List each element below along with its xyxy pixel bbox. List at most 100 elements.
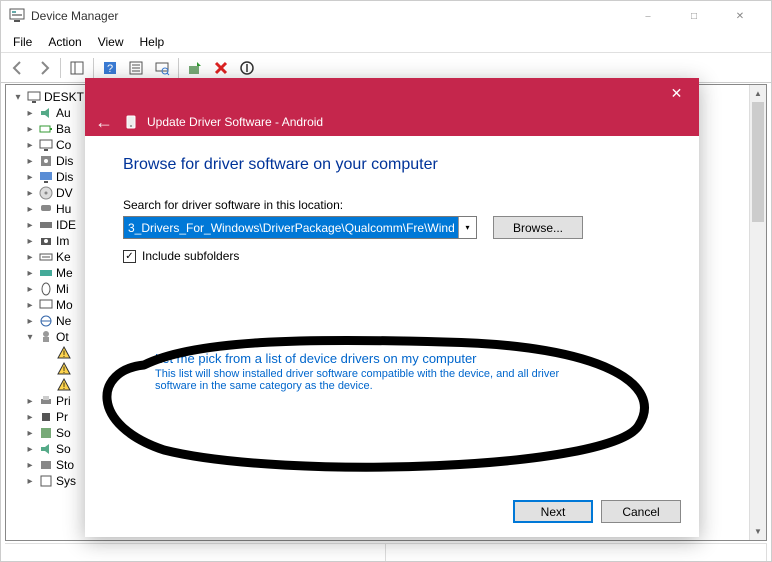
maximize-button[interactable]: □ [671, 1, 717, 31]
menubar: File Action View Help [1, 31, 771, 53]
expand-icon[interactable]: ▸ [24, 156, 36, 167]
device-icon [123, 114, 139, 130]
tree-node-label: Dis [56, 154, 73, 168]
tree-node-label: Ot [56, 330, 69, 344]
path-input[interactable] [124, 217, 458, 238]
battery-icon [38, 121, 54, 137]
expand-icon[interactable]: ▸ [24, 268, 36, 279]
close-button[interactable]: ✕ [717, 1, 763, 31]
properties-icon[interactable] [124, 56, 148, 80]
tree-node-label: Dis [56, 170, 73, 184]
include-subfolders-checkbox[interactable]: ✓ Include subfolders [123, 249, 661, 263]
ide-icon [38, 217, 54, 233]
menu-action[interactable]: Action [40, 33, 89, 51]
audio-icon [38, 105, 54, 121]
scroll-down-icon[interactable]: ▼ [750, 523, 766, 540]
help-icon[interactable]: ? [98, 56, 122, 80]
expand-icon[interactable]: ▸ [24, 220, 36, 231]
expand-icon[interactable]: ▸ [24, 316, 36, 327]
search-label: Search for driver software in this locat… [123, 198, 661, 212]
separator [178, 58, 179, 78]
forward-icon[interactable] [32, 56, 56, 80]
path-combobox[interactable]: ▾ [123, 216, 477, 239]
expand-icon[interactable]: ▸ [24, 476, 36, 487]
tree-node-label: Sys [56, 474, 76, 488]
scroll-up-icon[interactable]: ▲ [750, 85, 766, 102]
svg-text:!: ! [63, 365, 66, 375]
tree-node-label: Mi [56, 282, 69, 296]
other-devices-icon [38, 329, 54, 345]
update-driver-icon[interactable] [183, 56, 207, 80]
tree-node-label: Au [56, 106, 71, 120]
expand-icon[interactable]: ▸ [24, 252, 36, 263]
display-icon [38, 169, 54, 185]
collapse-icon[interactable]: ▾ [24, 332, 36, 343]
pick-link-desc: This list will show installed driver sof… [155, 368, 600, 392]
app-icon [9, 8, 25, 24]
tree-node-label: Sto [56, 458, 74, 472]
dialog-back-icon[interactable]: ← [95, 112, 113, 133]
browse-button[interactable]: Browse... [493, 216, 583, 239]
dialog-heading: Browse for driver software on your compu… [123, 156, 661, 174]
network-icon [38, 313, 54, 329]
svg-text:!: ! [63, 349, 66, 359]
uninstall-icon[interactable] [209, 56, 233, 80]
window-title: Device Manager [31, 9, 625, 23]
menu-help[interactable]: Help [132, 33, 173, 51]
tree-node-label: Pr [56, 410, 68, 424]
expand-icon[interactable]: ▸ [24, 428, 36, 439]
separator [93, 58, 94, 78]
expand-icon[interactable]: ▸ [24, 108, 36, 119]
cancel-button[interactable]: Cancel [601, 500, 681, 523]
vertical-scrollbar[interactable]: ▲ ▼ [749, 85, 766, 540]
svg-text:?: ? [107, 63, 113, 75]
scan-icon[interactable] [150, 56, 174, 80]
tree-node-label: IDE [56, 218, 76, 232]
next-button[interactable]: Next [513, 500, 593, 523]
show-hide-icon[interactable] [65, 56, 89, 80]
expand-icon[interactable]: ▸ [24, 412, 36, 423]
software-icon [38, 425, 54, 441]
dialog-close-button[interactable]: ✕ [654, 78, 699, 108]
dvd-icon [38, 185, 54, 201]
expand-icon[interactable]: ▸ [24, 188, 36, 199]
monitor-icon [38, 297, 54, 313]
tree-node-label: Ba [56, 122, 71, 136]
collapse-icon[interactable]: ▾ [12, 92, 24, 103]
tree-node-label: Im [56, 234, 69, 248]
statusbar [5, 543, 767, 561]
pick-from-list-link[interactable]: → Let me pick from a list of device driv… [123, 351, 661, 392]
dialog-nav: ← Update Driver Software - Android [85, 108, 699, 136]
tree-node-label: Me [56, 266, 73, 280]
warning-icon: ! [56, 345, 72, 361]
tree-node-label: Hu [56, 202, 71, 216]
expand-icon[interactable]: ▸ [24, 284, 36, 295]
svg-text:!: ! [63, 381, 66, 391]
tree-node-label: So [56, 426, 71, 440]
dropdown-icon[interactable]: ▾ [458, 217, 476, 238]
computer-icon [26, 89, 42, 105]
expand-icon[interactable]: ▸ [24, 300, 36, 311]
tree-node-label: Mo [56, 298, 73, 312]
expand-icon[interactable]: ▸ [24, 444, 36, 455]
tree-node-label: Ke [56, 250, 71, 264]
arrow-right-icon: → [123, 349, 145, 375]
minimize-button[interactable]: – [625, 1, 671, 31]
expand-icon[interactable]: ▸ [24, 396, 36, 407]
disable-icon[interactable] [235, 56, 259, 80]
expand-icon[interactable]: ▸ [24, 140, 36, 151]
expand-icon[interactable]: ▸ [24, 204, 36, 215]
expand-icon[interactable]: ▸ [24, 460, 36, 471]
expand-icon[interactable]: ▸ [24, 124, 36, 135]
checkbox-label: Include subfolders [142, 249, 239, 263]
menu-view[interactable]: View [90, 33, 132, 51]
expand-icon[interactable]: ▸ [24, 236, 36, 247]
expand-icon[interactable]: ▸ [24, 172, 36, 183]
tree-node-label: DV [56, 186, 73, 200]
mouse-icon [38, 281, 54, 297]
pick-link-title: Let me pick from a list of device driver… [155, 351, 600, 366]
back-icon[interactable] [6, 56, 30, 80]
update-driver-dialog: ✕ ← Update Driver Software - Android Bro… [85, 78, 699, 537]
scroll-thumb[interactable] [752, 102, 764, 222]
menu-file[interactable]: File [5, 33, 40, 51]
